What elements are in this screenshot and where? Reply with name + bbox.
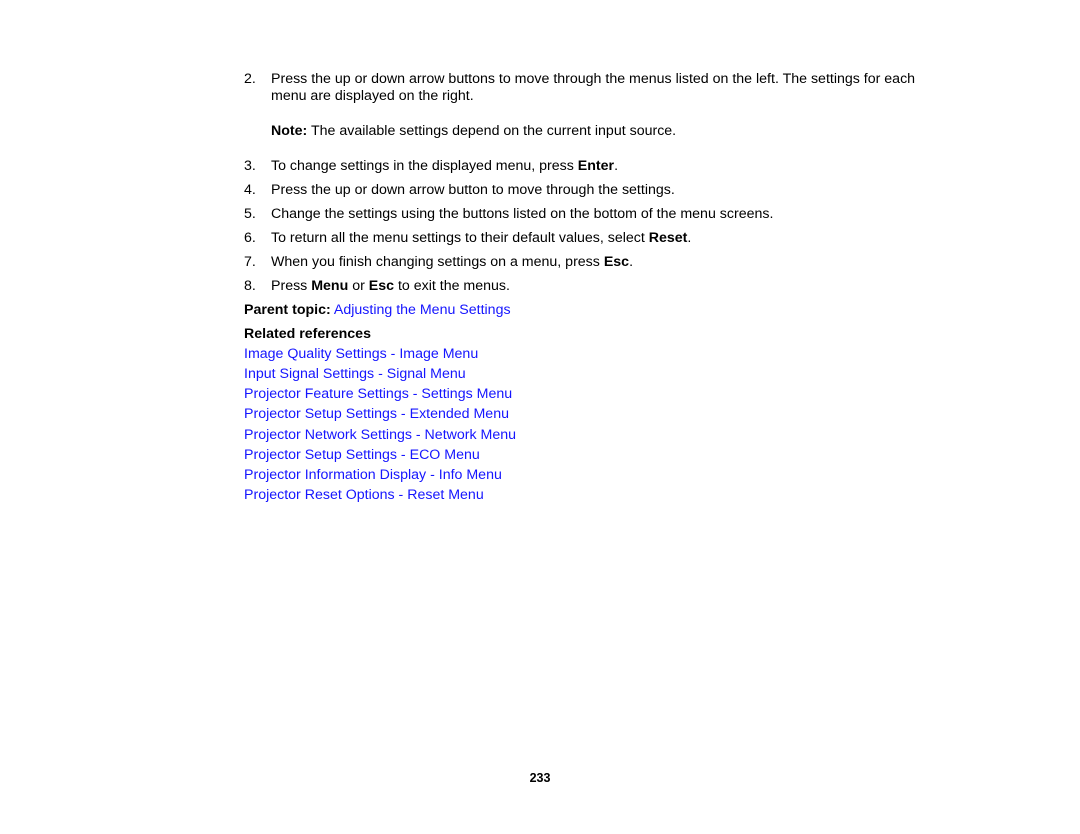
step-text-end: .	[687, 230, 692, 246]
step-text: To return all the menu settings to their…	[271, 230, 649, 246]
step-text: To change settings in the displayed menu…	[271, 158, 578, 174]
step-number: 5.	[244, 206, 256, 222]
step-text: Press	[271, 278, 312, 294]
step-8: 8. Press Menu or Esc to exit the menus.	[244, 278, 924, 295]
step-3: 3. To change settings in the displayed m…	[244, 158, 924, 175]
step-number: 8.	[244, 278, 256, 294]
step-4: 4. Press the up or down arrow button to …	[244, 182, 924, 199]
parent-topic-link[interactable]: Adjusting the Menu Settings	[334, 302, 511, 318]
related-link-eco-menu[interactable]: Projector Setup Settings - ECO Menu	[244, 447, 480, 464]
step-number: 7.	[244, 254, 256, 270]
related-link-info-menu[interactable]: Projector Information Display - Info Men…	[244, 467, 502, 484]
step-number: 3.	[244, 158, 256, 174]
note: Note: The available settings depend on t…	[271, 123, 676, 140]
related-link-image-menu[interactable]: Image Quality Settings - Image Menu	[244, 346, 478, 363]
step-text: When you finish changing settings on a m…	[271, 254, 604, 270]
step-text: Press the up or down arrow button to mov…	[271, 182, 675, 198]
key-menu: Menu	[311, 278, 349, 294]
step-number: 2.	[244, 71, 256, 87]
parent-topic-label: Parent topic:	[244, 302, 331, 318]
step-number: 4.	[244, 182, 256, 198]
related-link-network-menu[interactable]: Projector Network Settings - Network Men…	[244, 427, 516, 444]
key-reset: Reset	[648, 230, 688, 246]
step-text-end: .	[629, 254, 634, 270]
step-number: 6.	[244, 230, 256, 246]
step-5: 5. Change the settings using the buttons…	[244, 206, 924, 223]
parent-topic: Parent topic: Adjusting the Menu Setting…	[244, 302, 511, 319]
step-text-end: .	[614, 158, 619, 174]
step-6: 6. To return all the menu settings to th…	[244, 230, 924, 247]
page-number: 233	[529, 771, 551, 785]
note-label: Note:	[271, 123, 308, 139]
related-link-extended-menu[interactable]: Projector Setup Settings - Extended Menu	[244, 406, 509, 423]
step-text: Press the up or down arrow buttons to mo…	[271, 71, 916, 104]
step-text: Change the settings using the buttons li…	[271, 206, 774, 222]
related-link-reset-menu[interactable]: Projector Reset Options - Reset Menu	[244, 487, 484, 504]
step-2: 2. Press the up or down arrow buttons to…	[244, 71, 924, 105]
note-text: The available settings depend on the cur…	[307, 123, 677, 139]
step-text-mid: or	[348, 278, 369, 294]
related-references-heading: Related references	[244, 326, 371, 343]
key-enter: Enter	[577, 158, 615, 174]
key-esc: Esc	[368, 278, 395, 294]
key-esc: Esc	[603, 254, 630, 270]
related-link-signal-menu[interactable]: Input Signal Settings - Signal Menu	[244, 366, 466, 383]
step-text-end: to exit the menus.	[394, 278, 510, 294]
related-link-settings-menu[interactable]: Projector Feature Settings - Settings Me…	[244, 386, 512, 403]
step-7: 7. When you finish changing settings on …	[244, 254, 924, 271]
related-heading-text: Related references	[244, 326, 371, 342]
